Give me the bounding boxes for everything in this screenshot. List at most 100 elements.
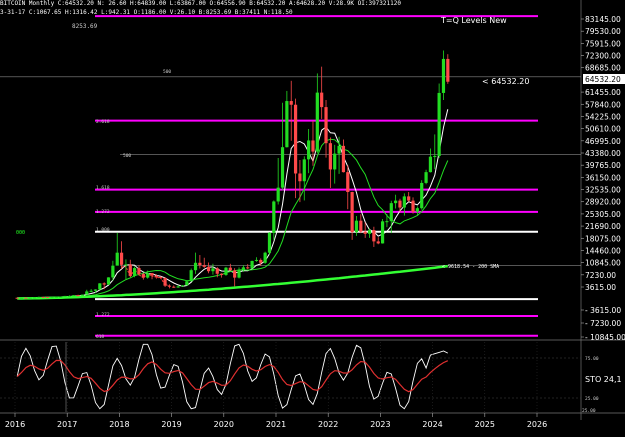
candle-body <box>224 267 228 275</box>
candle-body <box>89 290 93 292</box>
candle-body <box>185 281 189 286</box>
candle-body <box>154 275 158 277</box>
y-tick-label: 18075.00 <box>585 234 621 243</box>
x-tick-label: 2018 <box>109 420 129 429</box>
chart-background <box>0 0 625 437</box>
fib-label: 618 <box>96 334 104 340</box>
candle-body <box>180 285 185 287</box>
y-tick-label: 61455.00 <box>585 88 621 97</box>
hi-marker: 8253.69 <box>72 23 98 30</box>
candle-body <box>341 145 346 173</box>
candle-body <box>111 265 115 278</box>
x-tick-label: 2021 <box>266 420 286 429</box>
candle-body <box>237 270 241 278</box>
candle-body <box>85 291 89 295</box>
x-tick-label: 2024 <box>422 420 442 429</box>
price-box-text: 64532.20 <box>585 75 621 84</box>
candle-body <box>350 192 354 233</box>
left-marker: 000 <box>16 230 25 236</box>
candle-body <box>41 296 45 298</box>
candle-body <box>302 159 306 182</box>
candle-body <box>346 172 350 193</box>
candle-body <box>246 267 250 269</box>
candle-body <box>128 264 132 276</box>
fib-label: 500 <box>163 69 171 75</box>
candle-body <box>76 295 80 297</box>
candle-body <box>272 201 276 233</box>
candle-body <box>315 92 319 152</box>
x-tick-label: 2017 <box>57 420 77 429</box>
candle-body <box>211 268 215 272</box>
candle-body <box>250 260 254 269</box>
y-tick-label: 68685.00 <box>585 64 621 73</box>
candle-body <box>267 232 272 253</box>
candle-body <box>263 252 267 263</box>
x-tick-label: 2016 <box>5 420 25 429</box>
fib-label: 500 <box>123 153 131 159</box>
candle-body <box>133 268 137 276</box>
y-tick-label: 50610.00 <box>585 125 621 134</box>
candle-body <box>59 296 63 298</box>
candle-body <box>428 156 433 173</box>
header-line-1: BITCOIN Monthly C:64532.20 N: 26.60 H:64… <box>0 0 401 7</box>
candle-body <box>311 140 315 152</box>
candle-body <box>328 143 332 170</box>
candle-body <box>407 196 411 201</box>
candle-body <box>46 297 50 299</box>
candle-body <box>167 285 172 287</box>
candle-body <box>146 273 150 278</box>
candle-body <box>67 295 71 297</box>
y-tick-label: 7230.00 <box>585 271 616 280</box>
candle-body <box>241 267 245 271</box>
candle-body <box>320 92 324 108</box>
candle-body <box>354 220 359 233</box>
candle-body <box>359 220 363 232</box>
header-line-2: 3-31-17 C:1067.65 H:1316.42 L:942.31 O:1… <box>0 9 293 16</box>
candle-body <box>172 286 176 288</box>
candle-body <box>32 297 37 299</box>
candle-body <box>333 153 337 170</box>
candle-body <box>289 101 293 105</box>
fib-label: 2.618 <box>96 119 110 125</box>
candle-body <box>15 297 19 299</box>
candle-body <box>233 270 237 278</box>
sma-label: < 9618.54 - 200 SMA <box>442 264 499 270</box>
candle-body <box>24 297 28 299</box>
candle-body <box>163 277 167 286</box>
y-tick-label: 72300.00 <box>585 52 621 61</box>
candle-body <box>337 145 341 154</box>
x-tick-label: 2023 <box>370 420 390 429</box>
y-tick-label: - 10845.00 <box>585 333 625 342</box>
y-tick-label: - 3615.00 <box>585 306 621 315</box>
sto-tick-label: 25.00 <box>585 396 599 402</box>
candle-body <box>394 200 398 204</box>
x-tick-label: 2019 <box>161 420 181 429</box>
candle-body <box>206 266 211 272</box>
y-tick-label: 57840.00 <box>585 100 621 109</box>
candle-body <box>380 221 385 244</box>
y-tick-label: 3615.00 <box>585 283 616 292</box>
candle-body <box>363 231 367 234</box>
candle-body <box>372 230 376 242</box>
sto-label: STO 24,1 <box>585 375 622 384</box>
x-tick-label: 2026 <box>527 420 547 429</box>
lower-corner-label: 25.00 <box>582 408 596 414</box>
y-tick-label: 46995.00 <box>585 137 621 146</box>
candle-body <box>285 101 289 148</box>
y-tick-label: 39765.00 <box>585 161 621 170</box>
candle-body <box>159 276 163 278</box>
y-tick-label: 43380.00 <box>585 149 621 158</box>
candle-body <box>259 259 263 263</box>
price-chart[interactable]: 83145.00 79530.00 75915.00 72300.00 68685.00… <box>0 0 625 437</box>
candle-body <box>280 147 285 188</box>
candle-body <box>402 196 406 208</box>
candle-body <box>437 92 441 156</box>
y-tick-label: 32535.00 <box>585 186 621 195</box>
candle-body <box>189 270 193 282</box>
sto-tick-label: 75.00 <box>585 356 599 362</box>
y-tick-label: 54225.00 <box>585 112 621 121</box>
candle-body <box>389 203 393 222</box>
candle-body <box>63 295 67 297</box>
candle-body <box>293 104 298 174</box>
x-tick-label: 2025 <box>475 420 495 429</box>
